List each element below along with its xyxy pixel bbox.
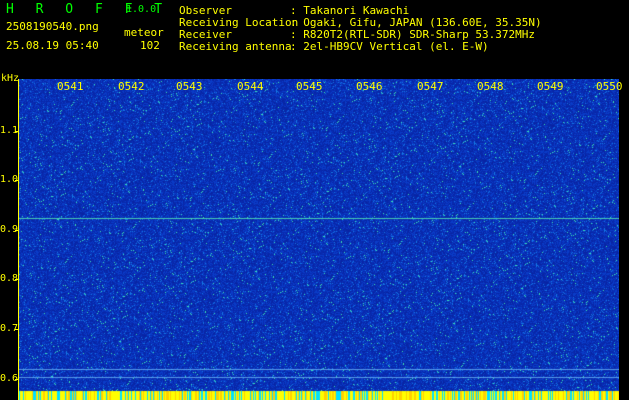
file-name: 2508190540.png [6,20,99,33]
spectrogram [19,79,619,400]
app-version: 1.0.0 [126,4,157,15]
info-value-antenna: : 2el-HB9CV Vertical (el. E-W) [290,40,489,53]
time-label-0546: 0546 [356,80,383,93]
y-tick-mark [15,230,19,231]
info-key-antenna: Receiving antenna [179,40,292,53]
detection-type: meteor [124,26,164,39]
time-label-0547: 0547 [417,80,444,93]
detection-count: 102 [140,39,160,52]
time-label-0548: 0548 [477,80,504,93]
y-tick-mark [15,379,19,380]
time-label-0549: 0549 [537,80,564,93]
time-label-0545: 0545 [296,80,323,93]
time-label-0543: 0543 [176,80,203,93]
y-tick-mark [15,180,19,181]
y-tick-mark [15,329,19,330]
spectrogram-canvas [19,79,619,400]
time-label-0542: 0542 [118,80,145,93]
time-label-0541: 0541 [57,80,84,93]
y-tick-mark [15,131,19,132]
file-datetime: 25.08.19 05:40 [6,39,99,52]
y-axis-unit: kHz [1,73,20,84]
time-label-0544: 0544 [237,80,264,93]
y-tick-mark [15,279,19,280]
time-label-0550: 0550 [596,80,623,93]
